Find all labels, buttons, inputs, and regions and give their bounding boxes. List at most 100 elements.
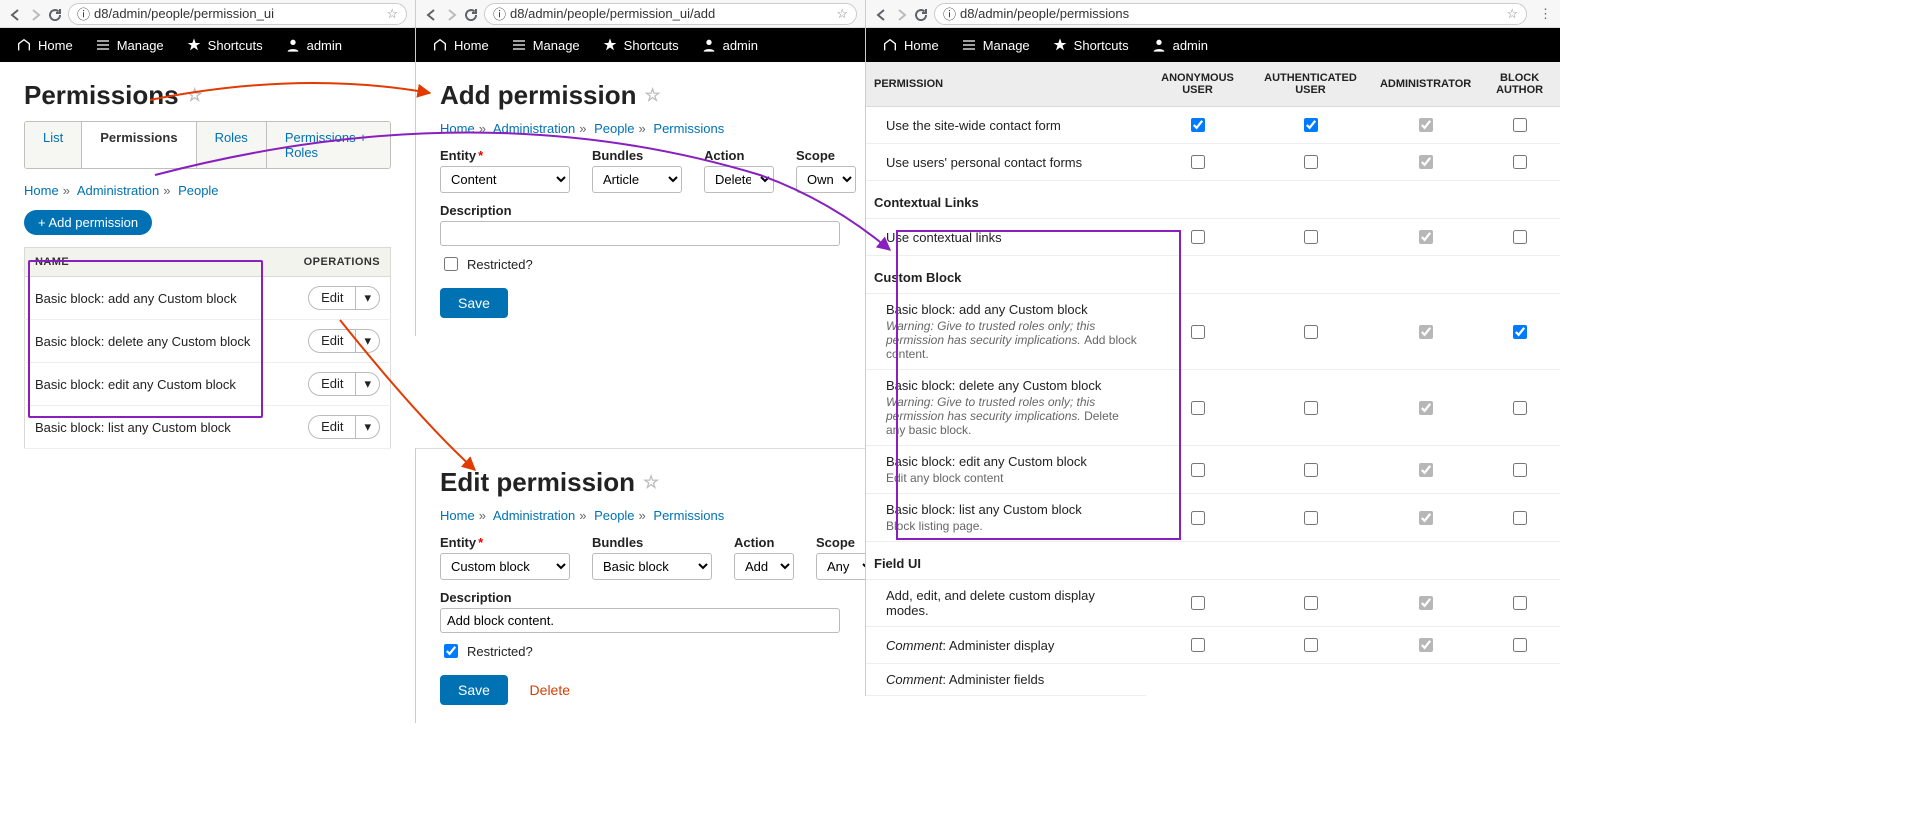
role-checkbox[interactable] <box>1419 230 1433 244</box>
tab-list[interactable]: List <box>25 122 82 168</box>
role-checkbox[interactable] <box>1304 401 1318 415</box>
back-icon[interactable] <box>8 7 22 21</box>
forward-icon[interactable] <box>444 7 458 21</box>
crumb-people[interactable]: People <box>178 183 218 198</box>
back-icon[interactable] <box>874 7 888 21</box>
edit-button[interactable]: Edit▾ <box>308 329 380 353</box>
role-checkbox[interactable] <box>1304 155 1318 169</box>
edit-button[interactable]: Edit▾ <box>308 372 380 396</box>
toolbar-user[interactable]: admin <box>691 28 768 62</box>
perm-label: Basic block: add any Custom blockWarning… <box>866 294 1146 370</box>
role-checkbox[interactable] <box>1419 596 1433 610</box>
favorite-icon[interactable]: ☆ <box>644 85 660 106</box>
role-checkbox[interactable] <box>1513 118 1527 132</box>
toolbar-shortcuts[interactable]: Shortcuts <box>1042 28 1139 62</box>
back-icon[interactable] <box>424 7 438 21</box>
toolbar-home[interactable]: Home <box>6 28 83 62</box>
star-icon[interactable]: ☆ <box>836 6 848 22</box>
role-checkbox[interactable] <box>1513 325 1527 339</box>
role-checkbox[interactable] <box>1191 596 1205 610</box>
role-checkbox[interactable] <box>1419 638 1433 652</box>
reload-icon[interactable] <box>914 7 928 21</box>
scope-select[interactable]: Own <box>796 166 856 193</box>
toolbar-user[interactable]: admin <box>1141 28 1218 62</box>
role-checkbox[interactable] <box>1191 511 1205 525</box>
toolbar-user[interactable]: admin <box>275 28 352 62</box>
bundles-select[interactable]: Article <box>592 166 682 193</box>
role-checkbox[interactable] <box>1419 325 1433 339</box>
add-permission-button[interactable]: + Add permission <box>24 210 152 235</box>
edit-button[interactable]: Edit▾ <box>308 286 380 310</box>
toolbar-manage[interactable]: Manage <box>501 28 590 62</box>
role-checkbox[interactable] <box>1513 638 1527 652</box>
role-checkbox[interactable] <box>1304 511 1318 525</box>
role-checkbox[interactable] <box>1513 401 1527 415</box>
star-icon[interactable]: ☆ <box>1506 6 1518 22</box>
browser-chrome-right: ⓘ d8/admin/people/permissions ☆ ⋮ <box>866 0 1560 28</box>
role-checkbox[interactable] <box>1191 638 1205 652</box>
reload-icon[interactable] <box>464 7 478 21</box>
crumb-home[interactable]: Home <box>24 183 59 198</box>
role-checkbox[interactable] <box>1419 511 1433 525</box>
toolbar-manage[interactable]: Manage <box>85 28 174 62</box>
role-checkbox[interactable] <box>1191 155 1205 169</box>
section-header: Custom Block <box>866 256 1560 294</box>
role-checkbox[interactable] <box>1191 401 1205 415</box>
field-description: Description <box>440 203 841 246</box>
crumb-admin[interactable]: Administration <box>77 183 159 198</box>
tab-roles[interactable]: Roles <box>197 122 267 168</box>
role-checkbox[interactable] <box>1304 118 1318 132</box>
role-checkbox[interactable] <box>1513 596 1527 610</box>
toolbar-manage[interactable]: Manage <box>951 28 1040 62</box>
edit-button[interactable]: Edit▾ <box>308 415 380 439</box>
role-checkbox[interactable] <box>1304 463 1318 477</box>
role-checkbox[interactable] <box>1304 325 1318 339</box>
favorite-icon[interactable]: ☆ <box>187 85 203 106</box>
address-bar[interactable]: ⓘ d8/admin/people/permission_ui/add ☆ <box>484 3 857 25</box>
role-checkbox[interactable] <box>1513 155 1527 169</box>
save-button[interactable]: Save <box>440 288 508 318</box>
favorite-icon[interactable]: ☆ <box>643 472 659 493</box>
toolbar-home[interactable]: Home <box>872 28 949 62</box>
role-checkbox[interactable] <box>1513 511 1527 525</box>
delete-link[interactable]: Delete <box>530 682 570 698</box>
address-bar[interactable]: ⓘ d8/admin/people/permission_ui ☆ <box>68 3 407 25</box>
address-bar[interactable]: ⓘ d8/admin/people/permissions ☆ <box>934 3 1527 25</box>
role-checkbox[interactable] <box>1304 596 1318 610</box>
action-select[interactable]: Delete <box>704 166 774 193</box>
tab-permissions-roles[interactable]: Permissions + Roles <box>267 122 390 168</box>
forward-icon[interactable] <box>28 7 42 21</box>
role-checkbox[interactable] <box>1419 118 1433 132</box>
toolbar-shortcuts[interactable]: Shortcuts <box>592 28 689 62</box>
perm-label: Basic block: delete any Custom blockWarn… <box>866 370 1146 446</box>
entity-select[interactable]: Custom block <box>440 553 570 580</box>
reload-icon[interactable] <box>48 7 62 21</box>
role-checkbox[interactable] <box>1304 230 1318 244</box>
role-checkbox[interactable] <box>1191 325 1205 339</box>
tab-permissions[interactable]: Permissions <box>82 122 196 168</box>
page-title: Edit permission ☆ <box>440 467 841 498</box>
role-checkbox[interactable] <box>1419 463 1433 477</box>
role-checkbox[interactable] <box>1191 230 1205 244</box>
role-checkbox[interactable] <box>1513 463 1527 477</box>
forward-icon[interactable] <box>894 7 908 21</box>
action-select[interactable]: Add <box>734 553 794 580</box>
role-checkbox[interactable] <box>1419 155 1433 169</box>
toolbar-home[interactable]: Home <box>422 28 499 62</box>
role-checkbox[interactable] <box>1304 638 1318 652</box>
role-checkbox[interactable] <box>1513 230 1527 244</box>
toolbar-shortcuts[interactable]: Shortcuts <box>176 28 273 62</box>
role-checkbox[interactable] <box>1191 463 1205 477</box>
entity-select[interactable]: Content <box>440 166 570 193</box>
star-icon[interactable]: ☆ <box>386 6 398 22</box>
description-input[interactable] <box>440 608 840 633</box>
menu-icon[interactable]: ⋮ <box>1539 6 1552 22</box>
role-checkbox[interactable] <box>1419 401 1433 415</box>
description-input[interactable] <box>440 221 840 246</box>
restricted-checkbox[interactable] <box>444 257 458 271</box>
bundles-select[interactable]: Basic block <box>592 553 712 580</box>
info-icon: ⓘ <box>77 4 90 23</box>
save-button[interactable]: Save <box>440 675 508 705</box>
restricted-checkbox[interactable] <box>444 644 458 658</box>
role-checkbox[interactable] <box>1191 118 1205 132</box>
